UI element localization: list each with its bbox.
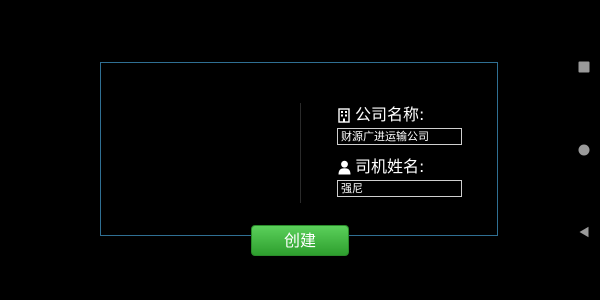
back-button[interactable] xyxy=(574,222,594,242)
company-name-field: 公司名称: 财源广进运输公司 xyxy=(337,105,462,145)
vertical-divider xyxy=(300,103,301,203)
building-icon xyxy=(337,107,351,123)
screen: 公司名称: 财源广进运输公司 司机姓名: 强尼 创建 xyxy=(0,0,600,300)
driver-name-label-row: 司机姓名: xyxy=(337,157,462,177)
home-button[interactable] xyxy=(574,140,594,160)
company-name-label: 公司名称: xyxy=(355,105,425,124)
system-nav-bar xyxy=(568,0,600,300)
recent-apps-button[interactable] xyxy=(574,57,594,77)
circle-icon xyxy=(578,141,590,160)
driver-name-label: 司机姓名: xyxy=(355,157,425,176)
square-icon xyxy=(578,58,590,77)
create-button[interactable]: 创建 xyxy=(251,225,349,256)
company-name-label-row: 公司名称: xyxy=(337,105,462,125)
person-icon xyxy=(337,159,351,175)
form-panel: 公司名称: 财源广进运输公司 司机姓名: 强尼 xyxy=(100,62,498,236)
driver-name-field: 司机姓名: 强尼 xyxy=(337,157,462,197)
triangle-back-icon xyxy=(578,223,590,242)
company-name-input[interactable]: 财源广进运输公司 xyxy=(337,128,462,145)
driver-name-input[interactable]: 强尼 xyxy=(337,180,462,197)
